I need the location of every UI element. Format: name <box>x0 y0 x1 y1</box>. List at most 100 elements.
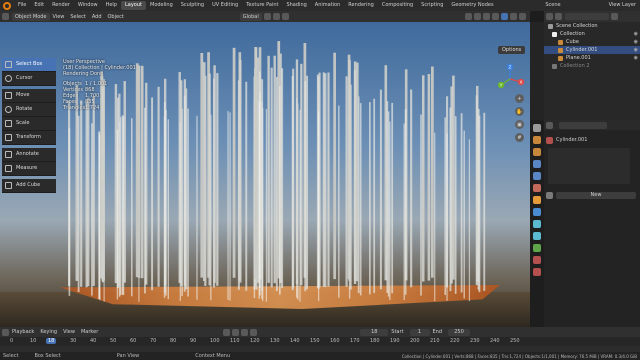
outliner-editor-icon[interactable] <box>546 13 553 20</box>
cylinder-object[interactable] <box>261 79 264 291</box>
menu-help[interactable]: Help <box>102 0 121 11</box>
tool-scale[interactable]: Scale <box>2 117 56 131</box>
cylinder-object[interactable] <box>80 100 83 287</box>
tool-tab-icon[interactable] <box>533 124 541 132</box>
view-layer-tab-icon[interactable] <box>533 160 541 168</box>
navigation-gizmo[interactable]: Z X Y <box>495 62 525 92</box>
material-tab-icon[interactable] <box>533 256 541 264</box>
cylinder-object[interactable] <box>463 130 465 299</box>
jump-start-icon[interactable] <box>232 328 240 336</box>
tab-compositing[interactable]: Compositing <box>378 1 417 10</box>
shading-material-icon[interactable] <box>510 13 517 20</box>
cylinder-object[interactable] <box>196 115 198 300</box>
overlay-toggle-icon[interactable] <box>483 13 490 20</box>
cylinder-object[interactable] <box>333 52 336 280</box>
menu-object[interactable]: Object <box>105 14 127 20</box>
cylinder-object[interactable] <box>389 121 391 301</box>
cylinder-object[interactable] <box>291 76 294 291</box>
cylinder-object[interactable] <box>118 93 121 287</box>
cylinder-object[interactable] <box>422 75 425 282</box>
visibility-icon[interactable] <box>465 13 472 20</box>
cylinder-object[interactable] <box>68 128 71 296</box>
menu-select[interactable]: Select <box>67 14 88 20</box>
filter-icon[interactable] <box>611 13 618 20</box>
world-tab-icon[interactable] <box>533 184 541 192</box>
pan-hand-icon[interactable]: ✋ <box>515 107 524 116</box>
cylinder-object[interactable] <box>348 60 351 281</box>
cylinder-object[interactable] <box>345 76 348 287</box>
cylinder-object[interactable] <box>180 80 183 286</box>
cylinder-object[interactable] <box>295 59 299 285</box>
tool-measure[interactable]: Measure <box>2 162 56 176</box>
cylinder-object[interactable] <box>387 111 390 297</box>
menu-marker[interactable]: Marker <box>78 329 101 335</box>
tab-texture-paint[interactable]: Texture Paint <box>242 1 282 10</box>
cylinder-object[interactable] <box>434 132 436 302</box>
cylinder-object[interactable] <box>318 111 320 302</box>
cylinder-object[interactable] <box>369 102 371 295</box>
eye-icon[interactable]: ◉ <box>628 46 640 54</box>
jump-end-icon[interactable] <box>250 328 258 336</box>
tab-scripting[interactable]: Scripting <box>417 1 447 10</box>
texture-tab-icon[interactable] <box>533 268 541 276</box>
cylinder-object[interactable] <box>151 97 154 291</box>
end-frame-field[interactable]: 250 <box>448 328 471 336</box>
cylinder-object[interactable] <box>227 111 229 300</box>
options-dropdown[interactable]: Options <box>498 46 526 54</box>
menu-add[interactable]: Add <box>89 14 105 20</box>
cylinder-object[interactable] <box>304 81 307 292</box>
tool-add-cube[interactable]: Add Cube <box>2 179 56 193</box>
play-icon[interactable] <box>241 328 249 336</box>
new-material-button[interactable]: New <box>556 191 636 199</box>
properties-editor-icon[interactable] <box>546 121 553 129</box>
cylinder-object[interactable] <box>163 102 166 293</box>
tab-modeling[interactable]: Modeling <box>146 1 177 10</box>
cylinder-object[interactable] <box>281 68 284 289</box>
cylinder-object[interactable] <box>452 75 455 280</box>
cylinder-object[interactable] <box>187 108 189 297</box>
cylinder-object[interactable] <box>75 85 79 281</box>
cylinder-object[interactable] <box>216 73 219 286</box>
cylinder-object[interactable] <box>410 89 413 288</box>
cylinder-object[interactable] <box>379 89 382 290</box>
cylinder-object[interactable] <box>144 107 146 294</box>
menu-keying[interactable]: Keying <box>37 329 60 335</box>
cylinder-object[interactable] <box>121 115 124 295</box>
xray-icon[interactable] <box>492 13 499 20</box>
cylinder-object[interactable] <box>431 66 434 278</box>
3d-viewport[interactable]: Options Select Box Cursor Move Rotate Sc… <box>0 22 530 327</box>
menu-file[interactable]: File <box>14 0 30 11</box>
orientation-dropdown[interactable]: Global <box>239 12 262 21</box>
particles-tab-icon[interactable] <box>533 220 541 228</box>
outliner-row-collection-2[interactable]: Collection 2 <box>544 62 640 70</box>
tab-uv-editing[interactable]: UV Editing <box>208 1 242 10</box>
cylinder-object[interactable] <box>359 103 362 296</box>
timeline-editor-icon[interactable] <box>2 328 9 336</box>
modifier-tab-icon[interactable] <box>533 208 541 216</box>
cylinder-object[interactable] <box>322 72 325 287</box>
material-slots-list[interactable] <box>548 148 630 184</box>
record-icon[interactable] <box>223 328 231 336</box>
tab-geometry-nodes[interactable]: Geometry Nodes <box>447 1 497 10</box>
cylinder-object[interactable] <box>273 55 276 284</box>
cylinder-object[interactable] <box>279 86 281 295</box>
cylinder-object[interactable] <box>420 114 422 296</box>
tool-cursor[interactable]: Cursor <box>2 72 56 86</box>
cylinder-object[interactable] <box>404 109 407 295</box>
gizmo-toggle-icon[interactable] <box>474 13 481 20</box>
cylinder-object[interactable] <box>373 98 376 293</box>
editor-type-icon[interactable] <box>2 13 9 20</box>
tab-sculpting[interactable]: Sculpting <box>177 1 208 10</box>
current-frame-field[interactable]: 18 <box>360 328 389 336</box>
cylinder-object[interactable] <box>270 67 273 288</box>
tool-annotate[interactable]: Annotate <box>2 148 56 162</box>
properties-search-input[interactable] <box>559 121 607 129</box>
cylinder-object[interactable] <box>267 55 270 283</box>
cylinder-object[interactable] <box>92 96 95 286</box>
scene-selector[interactable]: Scene <box>541 0 564 11</box>
cylinder-object[interactable] <box>213 65 216 283</box>
cylinder-object[interactable] <box>454 116 457 294</box>
cylinder-object[interactable] <box>449 107 452 292</box>
snap-icon[interactable] <box>272 13 280 20</box>
cylinder-object[interactable] <box>403 123 405 300</box>
